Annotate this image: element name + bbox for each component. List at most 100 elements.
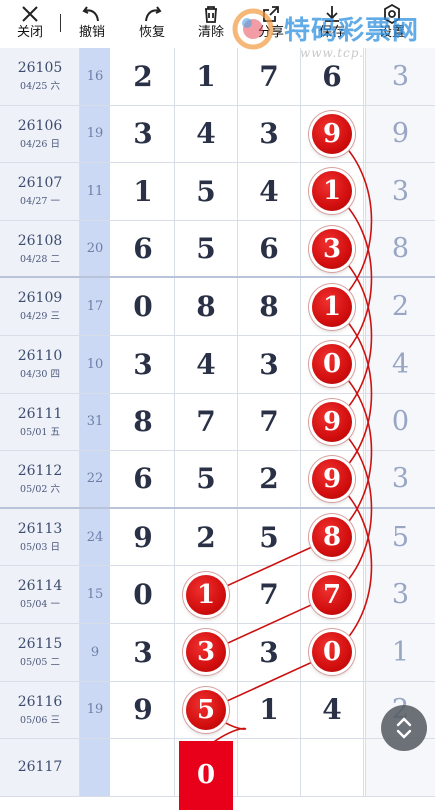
undo-button[interactable]: 撤销 [66,0,118,48]
tail-cell: 4 [365,336,435,393]
digit-cell[interactable]: 4 [175,336,238,393]
tail-cell: 8 [365,220,435,277]
digit-cell[interactable]: 5 [175,451,238,507]
period-number: 26108 [17,232,63,249]
digit-cell[interactable]: 4 [301,681,364,739]
digit-cell[interactable]: 8 [112,393,175,451]
tail-cell: 3 [365,48,435,105]
marked-ball[interactable]: 9 [312,113,352,154]
digit-cell[interactable]: 2 [238,451,301,507]
digit-cell[interactable]: 5 [175,681,238,739]
marked-ball[interactable]: 9 [312,458,352,499]
digit-cell[interactable]: 1 [238,681,301,739]
digit-cell[interactable]: 8 [301,508,364,566]
sum-cell: 11 [80,163,110,220]
digit-cell[interactable]: 9 [301,105,364,163]
digit-cell[interactable]: 0 [175,739,238,810]
digit-cell[interactable]: 3 [112,105,175,163]
digit-cell[interactable]: 1 [301,278,364,335]
marked-ball[interactable]: 7 [312,574,352,615]
digit-cell[interactable] [238,739,301,796]
tail-value: 8 [391,233,410,265]
digit-cell[interactable]: 6 [301,48,364,105]
period-number: 26116 [17,693,63,710]
digit-cell[interactable]: 5 [175,220,238,277]
sum-cell: 20 [80,220,110,277]
digit-cell[interactable]: 2 [112,48,175,105]
digit-cell[interactable]: 3 [238,336,301,393]
trend-grid: 26105 04/25 六 16 2 1 7 6 3 26106 04/26 日 19 3 4 3 9 9 26… [0,48,435,811]
close-button[interactable]: 关闭 [4,0,56,48]
digit-value: 4 [196,117,216,151]
digit-cell[interactable] [301,739,364,796]
digit-cell[interactable]: 0 [112,566,175,623]
tail-value: 3 [391,60,410,92]
digit-cell[interactable]: 0 [301,336,364,393]
digit-value: 7 [196,405,216,439]
period-date: 05/02 六 [20,484,60,496]
digit-cell[interactable] [112,739,175,796]
digit-cell[interactable]: 4 [175,105,238,163]
marked-ball[interactable]: 1 [186,574,226,615]
digit-cell[interactable]: 6 [238,220,301,277]
clear-button[interactable]: 清除 [185,0,237,48]
digit-cell[interactable]: 1 [301,163,364,220]
current-digit-box[interactable]: 0 [179,741,233,810]
digit-cell[interactable]: 7 [238,48,301,105]
digit-cell[interactable]: 1 [175,566,238,623]
digit-cell[interactable]: 7 [175,393,238,451]
digit-cell[interactable]: 0 [112,278,175,335]
sum-value: 9 [90,644,100,660]
marked-ball[interactable]: 1 [312,286,352,327]
period-date: 05/01 五 [20,426,60,438]
digit-cell[interactable]: 3 [301,220,364,277]
digit-cell[interactable]: 7 [301,566,364,623]
digit-cell[interactable]: 1 [112,163,175,220]
digit-cell[interactable]: 3 [175,624,238,681]
digit-cell[interactable]: 7 [238,566,301,623]
digit-cell[interactable]: 3 [238,105,301,163]
digit-cell[interactable]: 2 [175,508,238,566]
digit-cell[interactable]: 0 [301,624,364,681]
digit-cell[interactable]: 9 [301,451,364,507]
marked-ball[interactable]: 5 [186,689,226,730]
digit-cell[interactable]: 3 [112,336,175,393]
digit-cell[interactable]: 6 [112,451,175,507]
digit-cell[interactable]: 9 [301,393,364,451]
marked-ball[interactable]: 3 [312,228,352,269]
digit-value: 5 [196,174,216,208]
marked-ball[interactable]: 8 [312,517,352,558]
tail-cell: 3 [365,566,435,623]
digit-cell[interactable]: 4 [238,163,301,220]
digit-value: 0 [133,290,153,324]
digit-cell[interactable]: 5 [175,163,238,220]
digit-cell[interactable]: 1 [175,48,238,105]
digit-value: 3 [133,117,153,151]
tail-cell: 3 [365,163,435,220]
period-date: 05/03 日 [20,541,60,553]
digit-cell[interactable]: 7 [238,393,301,451]
digit-cell[interactable]: 6 [112,220,175,277]
digit-value: 1 [133,174,153,208]
scroll-button[interactable] [381,705,427,751]
marked-ball[interactable]: 9 [312,401,352,442]
digit-cell[interactable]: 9 [112,508,175,566]
tail-cell: 5 [365,508,435,566]
marked-ball[interactable]: 0 [312,344,352,385]
digit-value: 7 [259,405,279,439]
digit-cell[interactable]: 8 [238,278,301,335]
digit-cell[interactable]: 3 [112,624,175,681]
marked-ball[interactable]: 3 [186,632,226,673]
redo-button[interactable]: 恢复 [126,0,178,48]
digit-value: 7 [259,578,279,612]
digit-cell[interactable]: 8 [175,278,238,335]
marked-ball[interactable]: 1 [312,171,352,212]
trash-icon [205,6,217,23]
marked-ball[interactable]: 0 [312,632,352,673]
sum-value: 11 [86,183,104,199]
digit-cell[interactable]: 5 [238,508,301,566]
digit-cell[interactable]: 3 [238,624,301,681]
tail-cell: 2 [365,278,435,335]
digit-cell[interactable]: 9 [112,681,175,739]
period-cell: 26115 05/05 二 [0,624,80,681]
